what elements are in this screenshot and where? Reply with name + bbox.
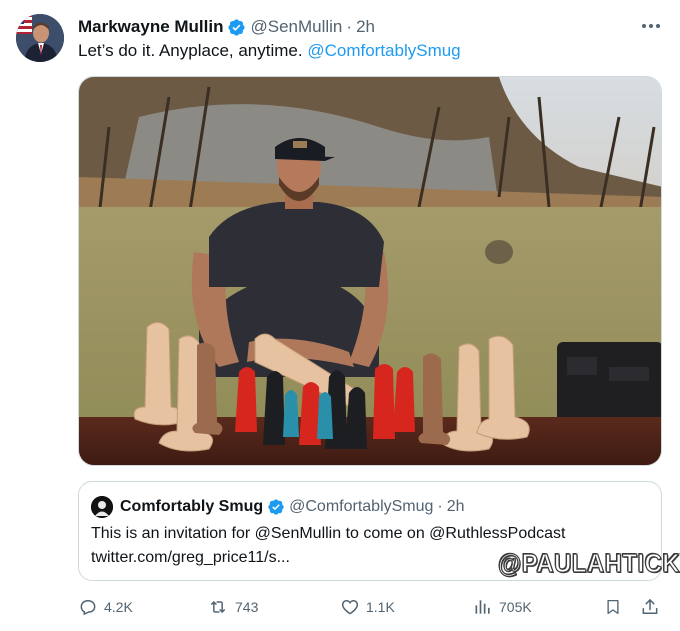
share-icon bbox=[640, 597, 660, 617]
reply-count: 4.2K bbox=[104, 599, 133, 615]
separator-dot: · bbox=[346, 17, 353, 36]
quoted-tweet-link[interactable]: twitter.com/greg_price11/s... bbox=[91, 549, 290, 567]
views-button[interactable]: 705K bbox=[473, 594, 532, 620]
quoted-author-name[interactable]: Comfortably Smug bbox=[120, 498, 263, 516]
separator-dot: · bbox=[437, 498, 443, 515]
action-bar: 4.2K 743 1.1K 705K bbox=[78, 594, 668, 620]
quoted-author-avatar[interactable] bbox=[91, 496, 113, 518]
views-chart-icon bbox=[473, 597, 493, 617]
author-avatar[interactable] bbox=[16, 14, 64, 62]
bookmark-icon bbox=[604, 597, 622, 617]
like-count: 1.1K bbox=[366, 599, 395, 615]
retweet-icon bbox=[207, 597, 229, 617]
author-handle[interactable]: @SenMullin bbox=[250, 17, 342, 37]
bookmark-button[interactable] bbox=[604, 594, 622, 620]
watermark: @PAULAHTICKS bbox=[497, 547, 680, 578]
quoted-tweet-header: Comfortably Smug @ComfortablySmug · 2h bbox=[91, 496, 465, 518]
tweet-text: Let’s do it. Anyplace, anytime. @Comfort… bbox=[78, 41, 461, 61]
tweet-timestamp[interactable]: 2h bbox=[356, 17, 375, 37]
tweet-mention-link[interactable]: @ComfortablySmug bbox=[307, 41, 460, 60]
tweet-text-body: Let’s do it. Anyplace, anytime. bbox=[78, 41, 308, 60]
share-button[interactable] bbox=[640, 594, 660, 620]
quoted-tweet-text: This is an invitation for @SenMullin to … bbox=[91, 525, 566, 542]
author-name[interactable]: Markwayne Mullin bbox=[78, 17, 223, 37]
heart-icon bbox=[340, 597, 360, 617]
verified-badge-icon bbox=[267, 498, 285, 516]
views-count: 705K bbox=[499, 599, 532, 615]
retweet-button[interactable]: 743 bbox=[207, 594, 258, 620]
quoted-author-handle[interactable]: @ComfortablySmug bbox=[289, 498, 433, 516]
tweet-photo[interactable] bbox=[78, 76, 662, 466]
like-button[interactable]: 1.1K bbox=[340, 594, 395, 620]
verified-badge-icon bbox=[227, 18, 246, 37]
tweet: Markwayne Mullin @SenMullin · 2h Let’s d… bbox=[0, 0, 680, 631]
tweet-header: Markwayne Mullin @SenMullin · 2h bbox=[78, 16, 664, 38]
retweet-count: 743 bbox=[235, 599, 259, 615]
quoted-tweet-timestamp[interactable]: 2h bbox=[447, 498, 465, 516]
reply-icon bbox=[78, 597, 98, 617]
more-icon[interactable] bbox=[640, 16, 662, 36]
reply-button[interactable]: 4.2K bbox=[78, 594, 133, 620]
